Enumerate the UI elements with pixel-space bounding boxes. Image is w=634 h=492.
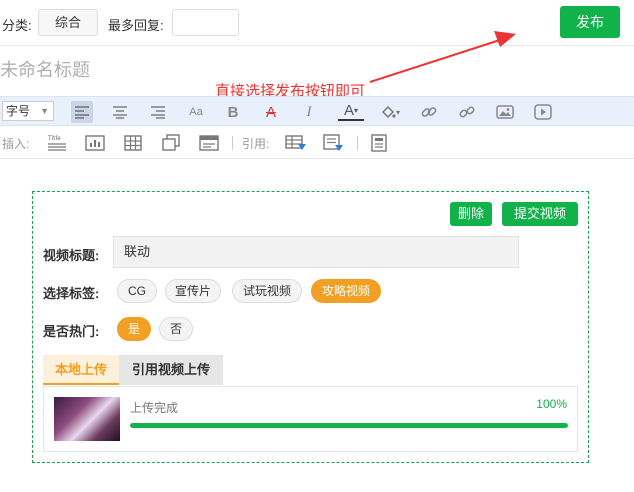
upload-percent: 100%: [536, 397, 567, 411]
title-block-icon[interactable]: Title: [46, 132, 68, 154]
hot-label: 是否热门:: [43, 324, 100, 339]
video-icon[interactable]: [532, 101, 554, 123]
font-color-icon[interactable]: A ▾: [338, 101, 364, 121]
max-reply-input[interactable]: [172, 9, 239, 36]
fill-color-icon[interactable]: ▾: [376, 101, 404, 123]
unlink-icon[interactable]: [456, 101, 478, 123]
quote-label: 引用:: [242, 137, 270, 151]
toolbar-divider: [232, 136, 233, 150]
chart-icon[interactable]: [84, 132, 106, 154]
quote-list-icon[interactable]: [323, 132, 345, 154]
video-title-input[interactable]: 联动: [113, 236, 519, 268]
bold-icon[interactable]: B: [222, 101, 244, 123]
tag-trial-video[interactable]: 试玩视频: [232, 279, 302, 303]
title-input[interactable]: 未命名标题: [0, 56, 90, 82]
insert-toolbar: 插入: Title 引用:: [0, 127, 634, 159]
video-title-label: 视频标题:: [43, 248, 100, 263]
upload-progress-fill: [130, 423, 568, 428]
hot-no-option[interactable]: 否: [159, 317, 193, 341]
video-block: 删除 提交视频 视频标题: 联动 选择标签: CG 宣传片 试玩视频 攻略视频 …: [32, 191, 589, 463]
hot-yes-option[interactable]: 是: [117, 317, 151, 341]
toolbar-divider: [357, 136, 358, 150]
card-block-icon[interactable]: [198, 132, 220, 154]
font-size-label: 字号: [6, 104, 31, 118]
upload-item: 上传完成 100%: [43, 386, 578, 452]
tags-label: 选择标签:: [43, 286, 100, 301]
format-toolbar: 字号 ▼ Aa B A I A ▾ ▾: [0, 96, 634, 126]
category-label: 分类:: [2, 18, 32, 33]
tag-guide-video[interactable]: 攻略视频: [311, 279, 381, 303]
align-center-icon[interactable]: [109, 101, 131, 123]
delete-button[interactable]: 删除: [450, 202, 492, 226]
upload-status: 上传完成: [130, 401, 179, 415]
svg-text:Title: Title: [47, 135, 61, 142]
document-icon[interactable]: [368, 132, 390, 154]
category-select[interactable]: 综合: [38, 9, 98, 36]
italic-icon[interactable]: I: [298, 101, 320, 123]
align-right-icon[interactable]: [147, 101, 169, 123]
font-size-select[interactable]: 字号 ▼: [2, 101, 54, 121]
align-left-icon[interactable]: [71, 101, 93, 123]
max-reply-label: 最多回复:: [108, 18, 164, 33]
tag-cg[interactable]: CG: [117, 279, 157, 303]
tag-trailer[interactable]: 宣传片: [165, 279, 221, 303]
chevron-down-icon: ▼: [40, 106, 49, 116]
tab-reference-upload[interactable]: 引用视频上传: [119, 355, 223, 385]
top-bar: 分类: 综合 最多回复: 发布: [0, 0, 634, 46]
image-icon[interactable]: [494, 101, 516, 123]
submit-video-button[interactable]: 提交视频: [502, 202, 578, 226]
publish-button[interactable]: 发布: [560, 6, 620, 38]
video-thumbnail: [54, 397, 120, 441]
link-icon[interactable]: [418, 101, 440, 123]
copy-block-icon[interactable]: [160, 132, 182, 154]
upload-progress-bar: [130, 423, 568, 428]
strikethrough-icon[interactable]: A: [260, 101, 282, 123]
tab-local-upload[interactable]: 本地上传: [43, 355, 119, 385]
table-icon[interactable]: [122, 132, 144, 154]
insert-label: 插入:: [2, 137, 30, 151]
quote-table-icon[interactable]: [285, 132, 307, 154]
font-case-icon[interactable]: Aa: [185, 101, 207, 123]
